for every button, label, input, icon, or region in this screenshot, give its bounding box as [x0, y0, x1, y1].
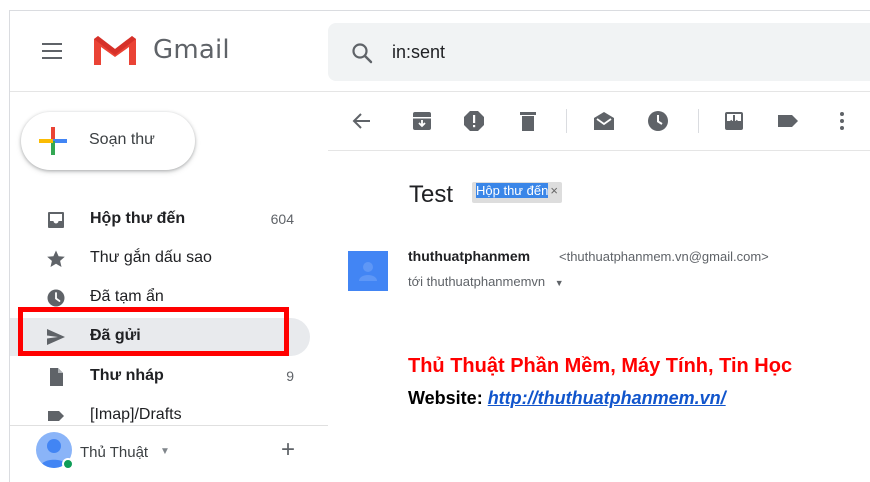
sender-name[interactable]: thuthuatphanmem [408, 248, 530, 264]
snooze-clock-icon [47, 289, 65, 307]
top-bar: Gmail [10, 11, 870, 91]
search-input[interactable] [392, 39, 792, 65]
sidebar-item-label: Thư gắn dấu sao [90, 249, 212, 266]
main-menu-icon[interactable] [38, 39, 66, 63]
compose-plus-icon [39, 127, 67, 155]
compose-label: Soạn thư [89, 131, 155, 148]
person-icon [359, 262, 377, 281]
body-headline: Thủ Thuật Phần Mềm, Máy Tính, Tin Học [408, 355, 793, 377]
chevron-down-icon[interactable]: ▼ [160, 446, 170, 457]
chevron-down-icon[interactable]: ▼ [555, 278, 564, 288]
website-label: Website [408, 388, 477, 408]
add-icon[interactable]: + [274, 436, 302, 464]
sidebar-item-starred[interactable]: Thư gắn dấu sao [10, 240, 310, 278]
hangouts-account: Thủ Thuật ▼ + [36, 432, 326, 474]
gmail-logo-icon[interactable] [92, 33, 138, 67]
website-link[interactable]: http://thuthuatphanmem.vn/ [488, 388, 726, 408]
labels-icon[interactable] [776, 109, 800, 133]
sender-avatar[interactable] [348, 251, 388, 291]
draft-count: 9 [286, 368, 294, 384]
inbox-label-chip[interactable]: Hộp thư đến × [472, 182, 562, 203]
sidebar-item-label: Thư nháp [90, 367, 164, 384]
move-to-icon[interactable] [722, 109, 746, 133]
mark-unread-icon[interactable] [592, 109, 616, 133]
sidebar-item-label: Đã tạm ẩn [90, 288, 164, 305]
sent-highlight-annotation [18, 307, 289, 356]
more-vert-icon[interactable] [830, 109, 854, 133]
unread-count: 604 [270, 211, 294, 227]
body-website-line: Website: http://thuthuatphanmem.vn/ [408, 388, 726, 409]
online-status-dot [62, 458, 74, 470]
toolbar-divider [328, 150, 870, 151]
report-spam-icon[interactable] [462, 109, 486, 133]
sidebar-item-inbox[interactable]: Hộp thư đến 604 [10, 201, 310, 239]
app-name[interactable]: Gmail [153, 35, 230, 65]
sidebar-item-label: Hộp thư đến [90, 210, 186, 227]
archive-icon[interactable] [410, 109, 434, 133]
toolbar-separator [698, 109, 699, 133]
search-bar[interactable] [328, 23, 870, 81]
sidebar: Soạn thư Hộp thư đến 604 Thư gắn dấu sao… [10, 92, 328, 482]
website-colon: : [476, 388, 488, 408]
message-subject: Test [409, 181, 454, 208]
sender-email: <thuthuatphanmem.vn@gmail.com> [559, 249, 769, 264]
delete-icon[interactable] [516, 109, 540, 133]
search-icon[interactable] [350, 41, 374, 65]
label-chip-text: Hộp thư đến [476, 183, 549, 198]
recipient-details[interactable]: tới thuthuatphanmemvn ▼ [408, 274, 564, 289]
toolbar-separator [566, 109, 567, 133]
draft-file-icon [50, 368, 63, 386]
back-arrow-icon[interactable] [350, 109, 374, 133]
sidebar-item-drafts[interactable]: Thư nháp 9 [10, 358, 310, 396]
message-toolbar [328, 92, 870, 150]
label-icon [48, 411, 64, 421]
snooze-icon[interactable] [646, 109, 670, 133]
remove-label-icon[interactable]: × [550, 183, 558, 198]
sidebar-divider [10, 425, 328, 426]
account-name[interactable]: Thủ Thuật [80, 444, 148, 461]
compose-button[interactable]: Soạn thư [21, 112, 195, 170]
recipient-text: tới thuthuatphanmemvn [408, 274, 546, 289]
star-icon [47, 250, 65, 267]
gmail-window: Gmail Soạn thư Hộp thư đến 604 [9, 10, 870, 482]
inbox-icon [48, 212, 64, 228]
sidebar-item-label: [Imap]/Drafts [90, 406, 182, 423]
sidebar-item-imap-drafts[interactable]: [Imap]/Drafts [10, 397, 310, 435]
